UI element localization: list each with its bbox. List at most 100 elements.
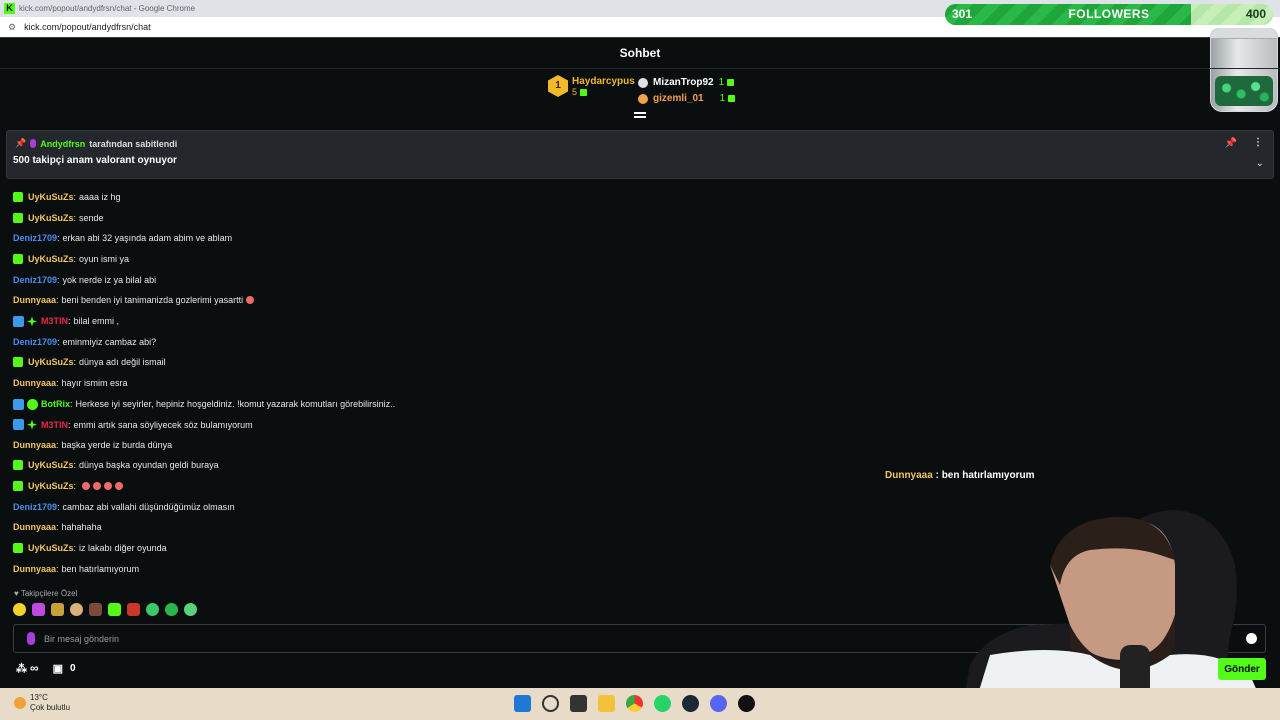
chat-text: Herkese iyi seyirler, hepiniz hoşgeldini… xyxy=(75,399,396,409)
vip-badge-icon xyxy=(27,316,37,327)
file-explorer-icon[interactable] xyxy=(598,695,615,712)
chat-username[interactable]: UyKuSuZs xyxy=(28,192,74,202)
followers-only-label: ♥ Takipçilere Özel xyxy=(14,589,77,598)
chat-username[interactable]: Deniz1709 xyxy=(13,275,57,285)
emote-blob-icon[interactable] xyxy=(165,603,178,616)
chat-username[interactable]: Dunnyaaa xyxy=(13,378,56,388)
leaderboard-first-name: Haydarcypus xyxy=(572,75,635,87)
chat-separator: : xyxy=(68,316,71,327)
overlay-text: ben hatırlamıyorum xyxy=(941,470,1035,481)
chat-username[interactable]: Dunnyaaa xyxy=(13,440,56,450)
chat-username[interactable]: Dunnyaaa xyxy=(13,522,56,532)
chrome-icon[interactable] xyxy=(626,695,643,712)
infinity-label: ∞ xyxy=(30,661,39,675)
chat-separator: : xyxy=(73,460,77,471)
collapse-leaderboard-icon[interactable] xyxy=(634,112,646,122)
leaderboard-row[interactable]: MizanTrop92 1 xyxy=(638,77,735,88)
chat-username[interactable]: Deniz1709 xyxy=(13,502,57,512)
steam-icon[interactable] xyxy=(682,695,699,712)
chat-username[interactable]: Dunnyaaa xyxy=(13,564,56,574)
chat-username[interactable]: UyKuSuZs xyxy=(28,357,74,367)
chat-username[interactable]: M3TIN xyxy=(41,420,68,430)
chat-text: dünya adı değil ismail xyxy=(79,357,166,368)
followers-goal-bar: FOLLOWERS 301 400 xyxy=(945,4,1273,25)
weather-temperature: 13°C xyxy=(30,693,48,702)
emote-rocket-icon[interactable] xyxy=(32,603,45,616)
send-button[interactable]: Gönder xyxy=(1218,658,1266,680)
chevron-down-icon[interactable]: ⌄ xyxy=(1256,158,1264,169)
gift-leaderboard: 1 Haydarcypus 5 MizanTrop92 1 gizemli_01… xyxy=(548,75,748,107)
chat-username[interactable]: Dunnyaaa xyxy=(13,295,56,305)
chat-username[interactable]: UyKuSuZs xyxy=(28,254,74,264)
chat-separator: : xyxy=(57,233,60,244)
chat-text: dünya başka oyundan geldi buraya xyxy=(79,460,219,471)
pinned-by-user[interactable]: Andydfrsn xyxy=(40,139,85,149)
broadcaster-badge-icon xyxy=(27,632,35,645)
settings-dots-icon[interactable]: ⁂ xyxy=(16,662,27,675)
chat-text: hahahaha xyxy=(61,522,102,533)
stream-overlay-message: Dunnyaaa : ben hatırlamıyorum xyxy=(885,470,1035,481)
leaderboard-row[interactable]: gizemli_01 1 xyxy=(638,93,736,104)
chat-message: Dunnyaaa: hahahaha xyxy=(13,522,102,532)
kick-logo-icon: K xyxy=(4,3,15,14)
emote-face-icon[interactable] xyxy=(70,603,83,616)
chat-separator: : xyxy=(57,336,60,347)
chat-username[interactable]: M3TIN xyxy=(41,316,68,326)
site-info-icon[interactable]: ⚙ xyxy=(8,22,16,33)
chat-message: UyKuSuZs: oyun ismi ya xyxy=(13,253,129,264)
emote-ghost-icon[interactable] xyxy=(184,603,197,616)
heart-icon: ♥ xyxy=(14,589,19,598)
emote-car-icon[interactable] xyxy=(51,603,64,616)
search-icon[interactable] xyxy=(542,695,559,712)
more-options-icon[interactable]: ⋮ xyxy=(1253,137,1263,148)
chat-username[interactable]: UyKuSuZs xyxy=(28,481,74,491)
chat-username[interactable]: Deniz1709 xyxy=(13,233,57,243)
chat-username[interactable]: Deniz1709 xyxy=(13,337,57,347)
chat-username[interactable]: UyKuSuZs xyxy=(28,543,74,553)
chat-message: Dunnyaaa: hayır ismim esra xyxy=(13,378,128,388)
emote-figure-icon[interactable] xyxy=(89,603,102,616)
gift-icon xyxy=(728,95,736,102)
chat-text: beni benden iyi tanimanizda gozlerimi ya… xyxy=(61,295,244,306)
os-taskbar: 13°C Çok bulutlu xyxy=(0,688,1280,720)
subscriber-badge-icon xyxy=(13,212,23,223)
chat-message: UyKuSuZs: xyxy=(13,481,124,492)
emote-moon-icon[interactable] xyxy=(13,603,26,616)
emoji-icon xyxy=(104,482,113,491)
weather-widget[interactable]: 13°C Çok bulutlu xyxy=(14,693,70,713)
leaderboard-first-count: 5 xyxy=(572,86,578,97)
chat-message: Dunnyaaa: ben hatırlamıyorum xyxy=(13,564,139,574)
chat-message: Deniz1709: erkan abi 32 yaşında adam abim… xyxy=(13,233,232,243)
discord-icon[interactable] xyxy=(710,695,727,712)
jar-beans xyxy=(1215,76,1273,106)
chat-separator: : xyxy=(73,212,77,223)
leaderboard-count: 1 xyxy=(719,93,726,104)
subscriber-badge-icon xyxy=(13,357,23,368)
url-text[interactable]: kick.com/popout/andydfrsn/chat xyxy=(24,22,151,32)
whatsapp-icon[interactable] xyxy=(654,695,671,712)
windows-start-icon[interactable] xyxy=(514,695,531,712)
chat-username[interactable]: UyKuSuZs xyxy=(28,460,74,470)
chat-username[interactable]: BotRix xyxy=(41,399,70,409)
unpin-icon[interactable]: 📌 xyxy=(1225,138,1237,149)
leaderboard-name: gizemli_01 xyxy=(653,93,704,104)
leaderboard-first[interactable]: 1 Haydarcypus 5 xyxy=(548,75,635,97)
chat-message: Dunnyaaa: başka yerde iz burda dünya xyxy=(13,440,172,450)
emote-skull-icon[interactable] xyxy=(146,603,159,616)
weather-condition: Çok bulutlu xyxy=(30,703,71,712)
chat-separator: : xyxy=(73,481,77,492)
chat-message: M3TIN: emmi artık sana söyliyecek söz bul… xyxy=(13,419,253,431)
chat-separator: : xyxy=(73,357,77,368)
task-view-icon[interactable] xyxy=(570,695,587,712)
moderator-badge-icon xyxy=(13,419,24,431)
emote-kick-icon[interactable] xyxy=(108,603,121,616)
leaderboard-count: 1 xyxy=(718,77,725,88)
chat-message: M3TIN: bilal emmi , xyxy=(13,315,119,327)
followers-goal-label: FOLLOWERS xyxy=(1068,7,1150,21)
app-icon[interactable] xyxy=(738,695,755,712)
emote-box-icon[interactable] xyxy=(127,603,140,616)
chat-text: emmi artık sana söyliyecek söz bulamıyor… xyxy=(73,419,253,430)
gift-box-icon[interactable]: ▣ xyxy=(53,662,63,675)
chat-text: yok nerde iz ya bilal abi xyxy=(62,274,157,285)
chat-username[interactable]: UyKuSuZs xyxy=(28,213,74,223)
